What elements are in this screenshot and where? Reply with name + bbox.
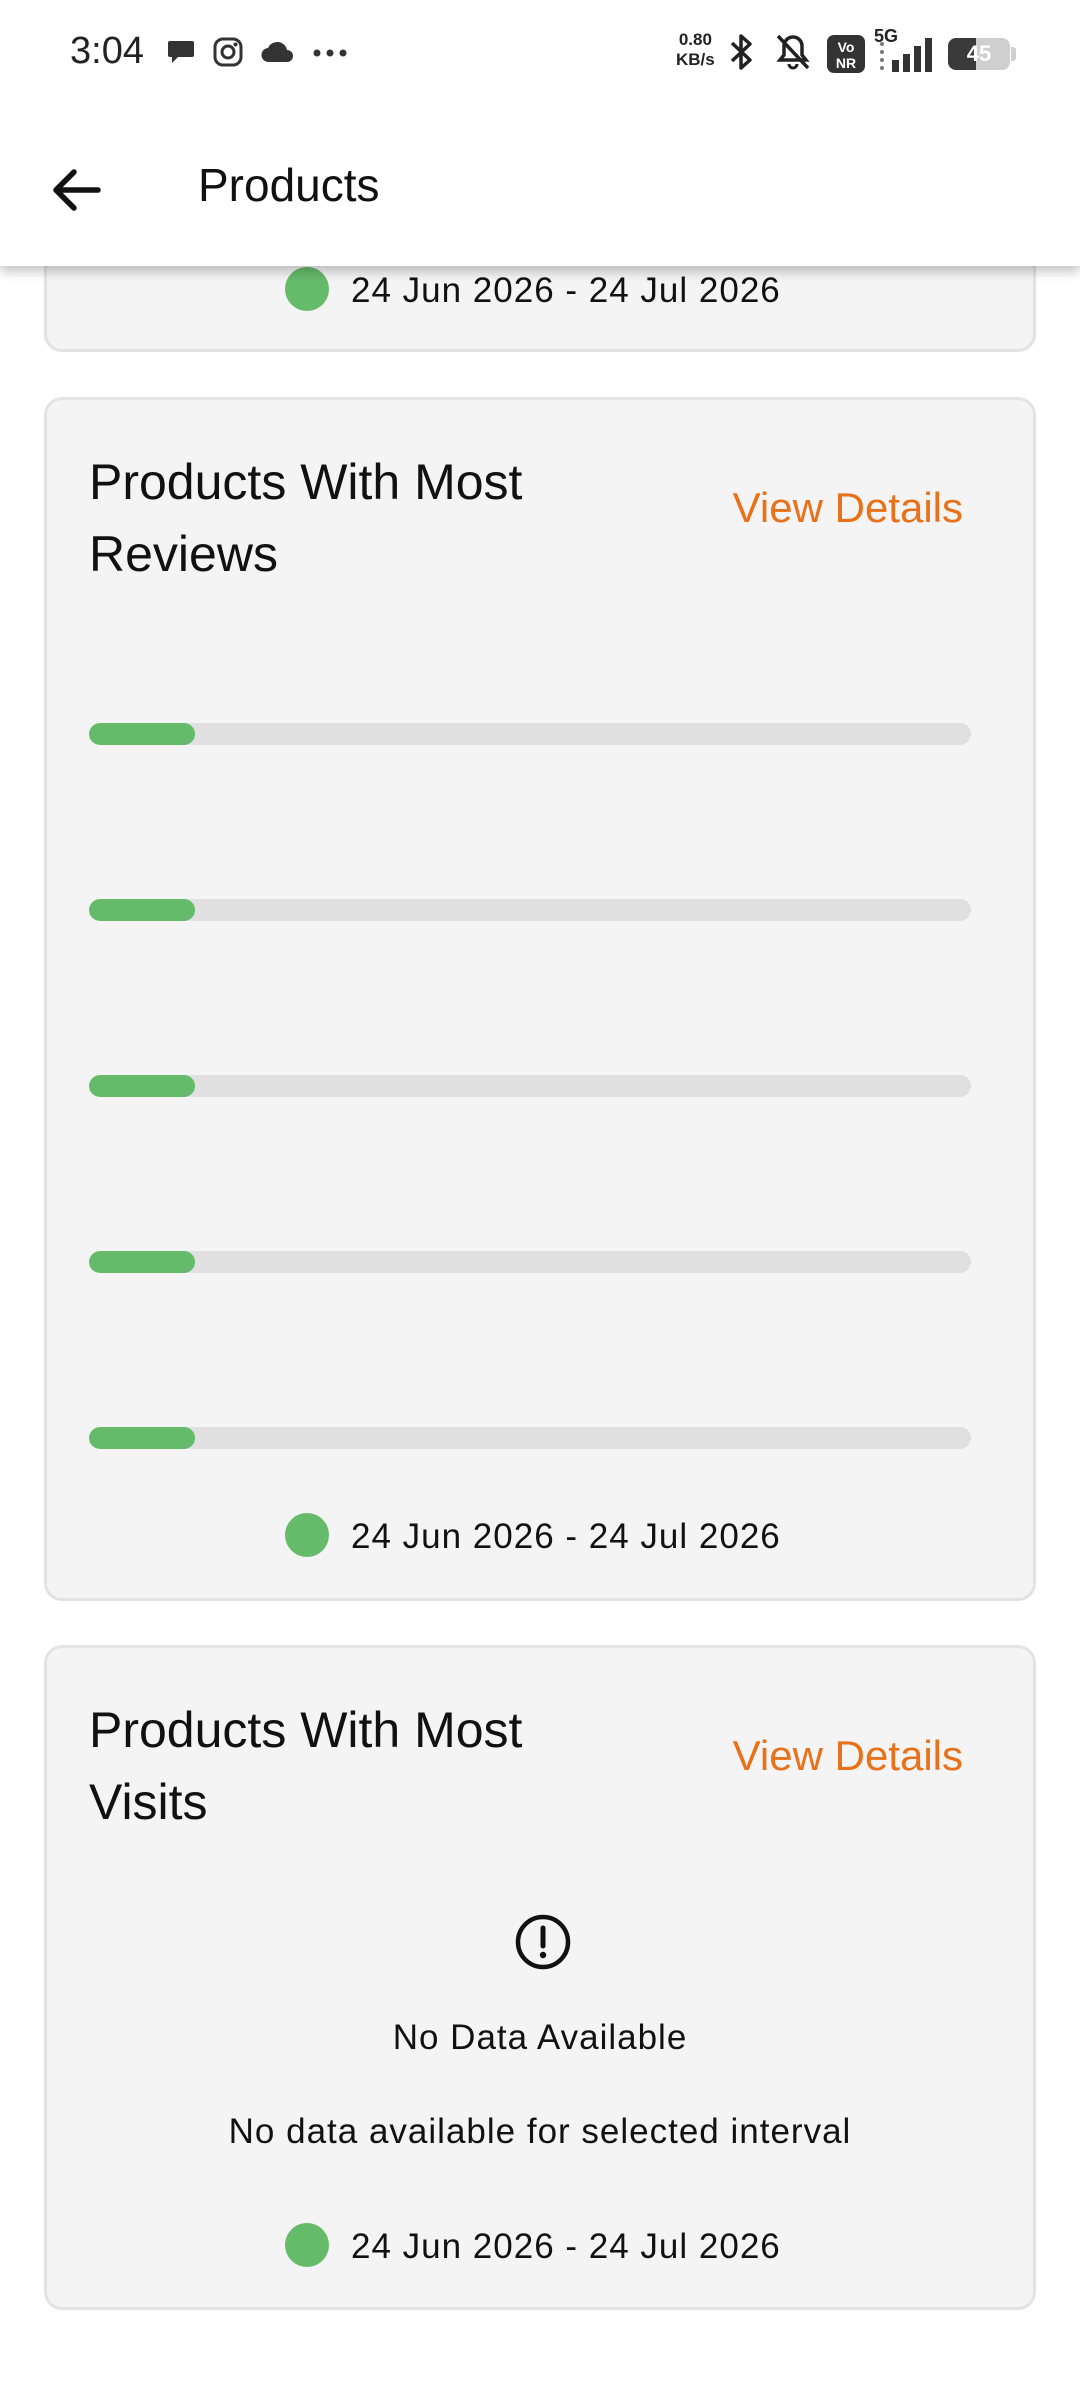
legend-dot [285,267,329,311]
screen: 3:04 0.80 KB/s Vo NR 5G 45 Products 24 J… [0,0,1080,2400]
app-bar: Products [0,100,1080,266]
net-speed: 0.80 KB/s [676,30,715,70]
date-range-text: 24 Jun 2026 - 24 Jul 2026 [351,2227,781,2266]
date-range-text: 24 Jun 2026 - 24 Jul 2026 [351,1517,781,1556]
view-details-link[interactable]: View Details [733,484,963,532]
review-bar [89,1251,971,1273]
empty-state-subtitle: No data available for selected interval [228,2112,852,2151]
svg-text:Vo: Vo [838,39,855,55]
net-speed-unit: KB/s [676,50,715,69]
status-time: 3:04 [70,30,144,72]
instagram-icon [213,37,243,67]
more-dots-icon [313,49,347,57]
review-bar-fill [89,723,195,745]
review-bar-fill [89,1427,195,1449]
bluetooth-icon [730,34,752,70]
chat-icon [168,41,194,63]
card-title: Products With Most Visits [89,1702,523,1830]
review-bar [89,899,971,921]
date-range-text: 24 Jun 2026 - 24 Jul 2026 [351,271,781,310]
review-bar-fill [89,1075,195,1097]
svg-text:NR: NR [836,55,856,71]
view-details-link[interactable]: View Details [733,1732,963,1780]
page-title: Products [198,159,380,211]
review-bar-fill [89,1251,195,1273]
battery-tip [1011,47,1016,61]
cloud-icon [261,41,293,63]
date-range: 24 Jun 2026 - 24 Jul 2026 [47,1513,1033,1557]
date-range: 24 Jun 2026 - 24 Jul 2026 [47,2223,1033,2267]
review-bar-fill [89,899,195,921]
net-speed-value: 0.80 [678,30,712,49]
most-visits-card: Products With Most Visits View Details N… [44,1645,1036,2310]
battery-percent: 45 [966,41,992,66]
back-arrow-icon[interactable] [38,150,118,230]
empty-state-title: No Data Available [392,2018,688,2057]
card-title: Products With Most Reviews [89,454,523,582]
battery-icon: 45 [948,38,1010,70]
alert-circle-icon [515,1914,571,1970]
review-bar [89,723,971,745]
review-bar [89,1075,971,1097]
signal-icon [880,38,932,72]
legend-dot [285,1513,329,1557]
review-bar [89,1427,971,1449]
status-bar: 3:04 0.80 KB/s Vo NR 5G 45 [0,0,1080,100]
date-range: 24 Jun 2026 - 24 Jul 2026 [47,267,1033,311]
legend-dot [285,2223,329,2267]
most-reviews-card: Products With Most Reviews View Details … [44,397,1036,1601]
bell-off-icon [776,34,810,70]
volte-icon: Vo NR [827,35,865,73]
